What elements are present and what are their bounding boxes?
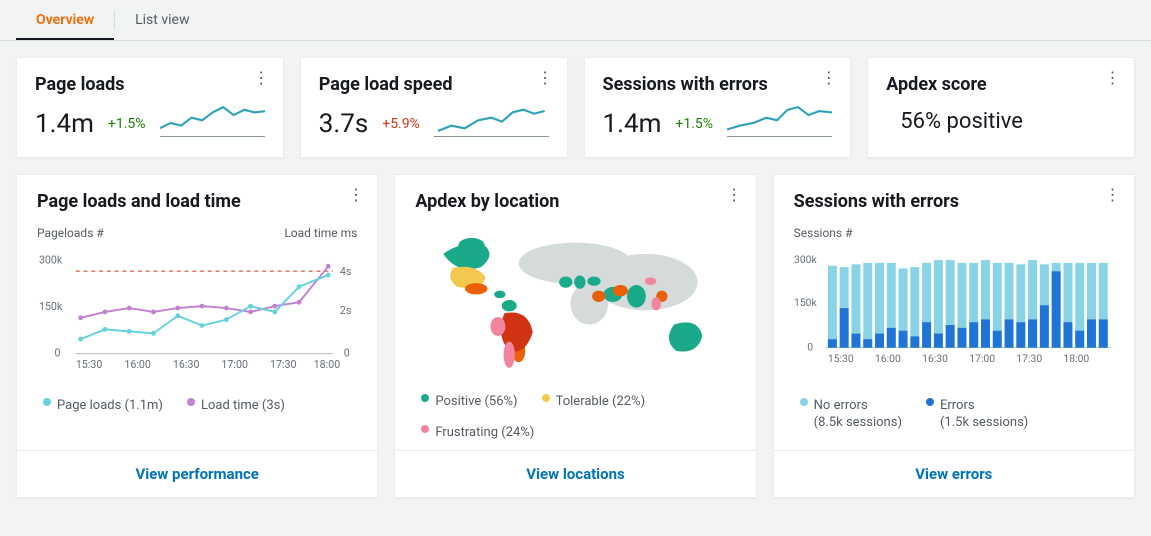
svg-text:17:00: 17:00 [969,352,995,365]
card-page-loads: ⋮ Page loads 1.4m +1.5% [16,57,284,158]
svg-text:4s: 4s [340,265,352,278]
kebab-icon[interactable]: ⋮ [726,185,744,203]
card-title: Page loads and load time [37,191,357,212]
card-loads-time: ⋮ Page loads and load time Pageloads # L… [16,174,378,498]
svg-text:150k: 150k [39,300,63,313]
svg-text:17:00: 17:00 [221,358,248,371]
svg-text:17:30: 17:30 [270,358,297,371]
metric-value: 1.4m [603,109,662,139]
chart-apdex-map [415,226,735,376]
metric-value: 56% positive [886,109,1023,134]
metric-delta: +1.5% [108,116,146,132]
legend: No errors (8.5k sessions) Errors (1.5k s… [794,398,1114,432]
svg-text:15:30: 15:30 [76,358,103,371]
panels-row: ⋮ Page loads and load time Pageloads # L… [0,158,1151,498]
svg-text:0: 0 [344,347,350,360]
card-sessions-errors: ⋮ Sessions with errors Sessions # 300k 1… [773,174,1135,498]
sparkline [727,99,832,139]
link-view-performance[interactable]: View performance [135,465,258,483]
svg-text:300k: 300k [794,253,817,266]
svg-text:2s: 2s [340,304,352,317]
card-title: Sessions with errors [603,74,833,95]
sparkline [434,99,549,139]
axis-label-left: Sessions # [794,226,853,240]
card-page-load-speed: ⋮ Page load speed 3.7s +5.9% [300,57,568,158]
chart-sessions-errors: 300k 150k 0 15:30 16:00 16:30 17:00 17:3… [794,240,1114,380]
legend-frustrating: Frustrating (24%) [435,425,534,442]
svg-text:17:30: 17:30 [1016,352,1042,365]
svg-text:16:30: 16:30 [922,352,948,365]
card-sessions-errors-small: ⋮ Sessions with errors 1.4m +1.5% [584,57,852,158]
svg-text:18:00: 18:00 [1063,352,1089,365]
metric-value: 1.4m [35,109,94,139]
legend-errors-sub: (1.5k sessions) [940,415,1028,430]
axis-label-left: Pageloads # [37,226,104,240]
legend-positive: Positive (56%) [435,394,517,411]
card-apdex-score: ⋮ Apdex score 56% positive [867,57,1135,158]
svg-text:150k: 150k [794,296,817,309]
svg-text:0: 0 [807,341,813,354]
svg-text:16:00: 16:00 [124,358,151,371]
legend-errors: Errors [940,398,975,413]
axis-label-right: Load time ms [284,226,357,240]
legend-no-errors: No errors [814,398,868,413]
kebab-icon[interactable]: ⋮ [820,68,838,86]
card-apdex-location: ⋮ Apdex by location [394,174,756,498]
legend-no-errors-sub: (8.5k sessions) [814,415,902,430]
kebab-icon[interactable]: ⋮ [1104,68,1122,86]
card-title: Page loads [35,74,265,95]
svg-text:16:30: 16:30 [173,358,200,371]
svg-text:0: 0 [54,347,60,360]
tab-listview[interactable]: List view [115,0,209,40]
card-title: Apdex score [886,74,1116,95]
metric-value: 3.7s [319,109,369,139]
legend-page-loads: Page loads (1.1m) [57,398,163,415]
metric-delta: +1.5% [675,116,713,132]
sparkline [160,99,265,139]
link-view-errors[interactable]: View errors [915,465,992,483]
svg-text:16:00: 16:00 [875,352,901,365]
kebab-icon[interactable]: ⋮ [1104,185,1122,203]
card-title: Apdex by location [415,191,735,212]
legend-load-time: Load time (3s) [201,398,285,415]
metric-delta: +5.9% [382,116,420,132]
link-view-locations[interactable]: View locations [526,465,625,483]
legend-tolerable: Tolerable (22%) [556,394,646,411]
kebab-icon[interactable]: ⋮ [537,68,555,86]
tab-bar: Overview List view [0,0,1151,41]
legend: Positive (56%) Tolerable (22%) Frustrati… [415,394,735,442]
legend: Page loads (1.1m) Load time (3s) [37,398,357,415]
card-title: Page load speed [319,74,549,95]
tab-overview[interactable]: Overview [16,0,114,40]
metrics-row: ⋮ Page loads 1.4m +1.5% ⋮ Page load spee… [0,41,1151,158]
kebab-icon[interactable]: ⋮ [253,68,271,86]
svg-text:300k: 300k [39,253,63,266]
kebab-icon[interactable]: ⋮ [347,185,365,203]
svg-text:15:30: 15:30 [828,352,854,365]
svg-text:18:00: 18:00 [314,358,341,371]
chart-loads-time: 300k 150k 0 4s 2s 0 15:30 16:00 [37,240,357,380]
card-title: Sessions with errors [794,191,1114,212]
